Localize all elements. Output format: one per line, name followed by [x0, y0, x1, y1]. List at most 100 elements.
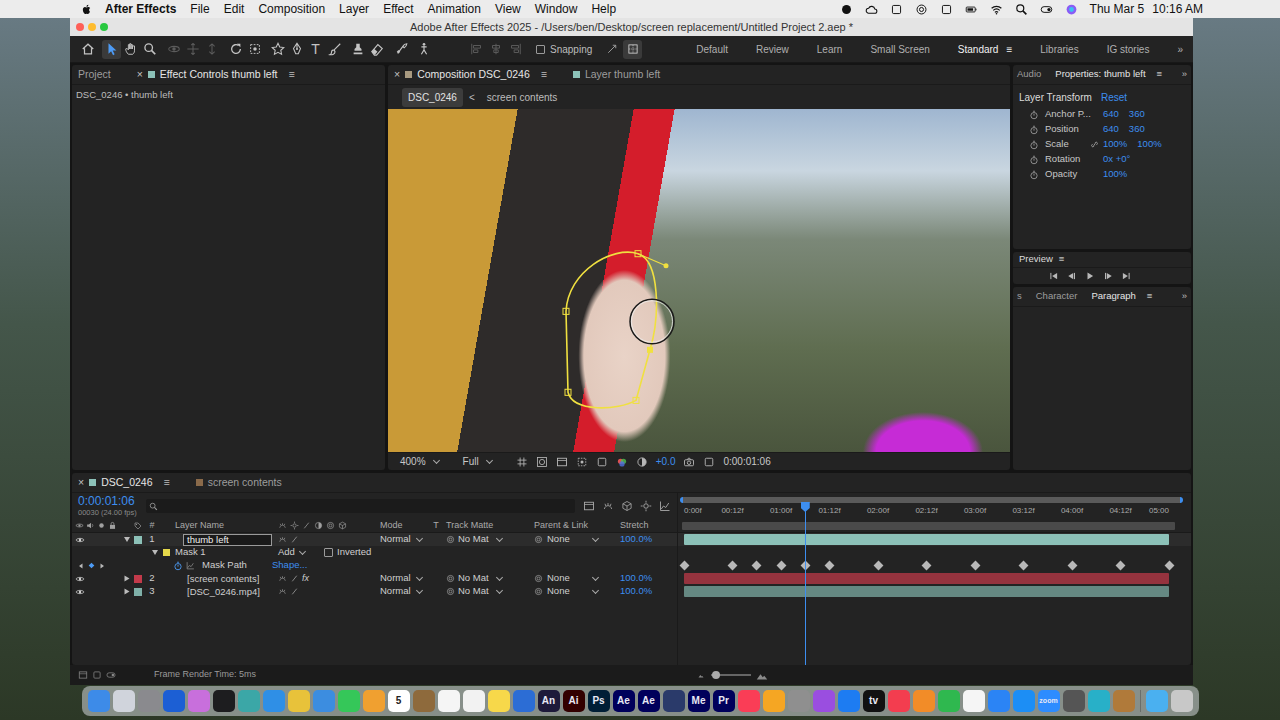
close-tab-button[interactable]: ×: [78, 475, 84, 491]
current-timecode[interactable]: 0:00:01:06: [78, 495, 142, 508]
eraser-tool-button[interactable]: [367, 40, 386, 59]
layer-name-cell[interactable]: [screen contents]: [160, 573, 274, 585]
resolution-dropdown[interactable]: Full: [463, 454, 492, 469]
panel-tab[interactable]: Properties: thumb left≡: [1055, 67, 1162, 81]
close-tab-button[interactable]: ×: [394, 67, 400, 83]
blend-mode-dropdown[interactable]: Normal: [374, 584, 430, 598]
roto-tool-button[interactable]: [392, 40, 411, 59]
visibility-toggle[interactable]: [74, 574, 85, 584]
dock-app[interactable]: [1063, 690, 1085, 712]
transport-back-button[interactable]: [1067, 271, 1077, 281]
workspace-menu-button[interactable]: ≡: [1006, 42, 1012, 57]
layer-track[interactable]: [678, 572, 1191, 585]
dock-app[interactable]: [513, 690, 535, 712]
column-header[interactable]: Track Matte: [442, 519, 508, 533]
panel-menu-button[interactable]: ≡: [164, 475, 170, 491]
keyframe[interactable]: [1164, 561, 1174, 571]
menu-item[interactable]: Help: [591, 0, 616, 18]
puppet-tool-button[interactable]: [414, 40, 433, 59]
snapping-label[interactable]: Snapping: [550, 42, 592, 57]
dock-app[interactable]: [1146, 690, 1168, 712]
stretch-value[interactable]: 100.0%: [608, 532, 660, 546]
property-row[interactable]: Mask PathShape...: [72, 559, 677, 572]
minimize-window-button[interactable]: [88, 23, 96, 31]
workspace-label[interactable]: Libraries: [1040, 42, 1078, 57]
snap-option-button[interactable]: [602, 40, 621, 59]
snapping-box[interactable]: [536, 45, 545, 54]
type-tool-button[interactable]: T: [306, 40, 325, 59]
rotate-tool-button[interactable]: [226, 40, 245, 59]
shape-tool-button[interactable]: [268, 40, 287, 59]
timeline-zoom-slider[interactable]: [696, 669, 768, 681]
orbit-tool-button[interactable]: [164, 40, 183, 59]
tab-label[interactable]: Project: [78, 67, 111, 83]
column-header[interactable]: Stretch: [608, 519, 660, 533]
panel-menu-button[interactable]: ≡: [289, 67, 295, 83]
dock-app[interactable]: [738, 690, 760, 712]
property-track[interactable]: [678, 559, 1191, 572]
dock-app[interactable]: [663, 690, 685, 712]
switch-slot[interactable]: [107, 574, 118, 584]
layer-duration-bar[interactable]: [684, 586, 1169, 597]
exposure-value[interactable]: +0.0: [656, 454, 676, 469]
property-value[interactable]: 640: [1103, 107, 1119, 121]
home-tool-button[interactable]: [78, 40, 97, 59]
workspace-label[interactable]: Default: [696, 42, 728, 57]
close-tab-button[interactable]: ×: [137, 67, 143, 83]
app-menu[interactable]: After Effects: [105, 0, 176, 18]
dock-app[interactable]: [188, 690, 210, 712]
dock-app[interactable]: [213, 690, 235, 712]
dock-app[interactable]: [813, 690, 835, 712]
dock-app[interactable]: [463, 690, 485, 712]
label-color[interactable]: [134, 588, 144, 596]
dock-app[interactable]: Ps: [588, 690, 610, 712]
dock-app[interactable]: [913, 690, 935, 712]
dock-app[interactable]: tv: [863, 690, 885, 712]
panel-tab[interactable]: Paragraph≡: [1091, 289, 1152, 303]
dock-app[interactable]: [1113, 690, 1135, 712]
workspace-tab[interactable]: Standard ≡: [958, 42, 1012, 57]
column-header[interactable]: Parent & Link: [508, 519, 608, 533]
switch-slot[interactable]: [96, 535, 107, 545]
panel-tab[interactable]: Project: [78, 67, 111, 83]
panel-menu-button[interactable]: ≡: [541, 67, 547, 83]
stopwatch-toggle[interactable]: [172, 561, 184, 571]
dock-app[interactable]: [988, 690, 1010, 712]
menu-item[interactable]: View: [495, 0, 521, 18]
more-workspaces-button[interactable]: »: [1177, 42, 1183, 57]
align1-tool-button[interactable]: [467, 40, 486, 59]
tab-label[interactable]: screen contents: [208, 475, 282, 491]
dock-app[interactable]: Ai: [563, 690, 585, 712]
layer-row[interactable]: 2[screen contents]fxNormalNo MatNone100.…: [72, 572, 677, 585]
blend-mode-dropdown[interactable]: Normal: [374, 532, 430, 546]
dock-app[interactable]: 5: [388, 690, 410, 712]
tab-label[interactable]: Paragraph: [1091, 289, 1135, 303]
magnification-dropdown[interactable]: 400%: [400, 454, 439, 469]
snapping-checkbox[interactable]: Snapping: [536, 42, 592, 57]
mask-mode-dropdown[interactable]: Add: [270, 545, 320, 559]
workspace-label[interactable]: Standard: [958, 42, 999, 57]
visibility-toggle[interactable]: [74, 587, 85, 597]
workspace-tab[interactable]: Libraries: [1040, 42, 1078, 57]
brush-tool-button[interactable]: [325, 40, 344, 59]
workspace-tab[interactable]: Review: [756, 42, 789, 57]
workspace-tab[interactable]: Default: [696, 42, 728, 57]
keyframe[interactable]: [825, 561, 835, 571]
panel-tab[interactable]: s: [1017, 289, 1022, 303]
dock-app[interactable]: [1088, 690, 1110, 712]
track-matte-dropdown[interactable]: No Mat: [442, 571, 508, 585]
tab-label[interactable]: s: [1017, 289, 1022, 303]
panel-menu-button[interactable]: ≡: [1157, 67, 1163, 81]
dock-app[interactable]: [413, 690, 435, 712]
menu-item[interactable]: File: [190, 0, 209, 18]
dock-app[interactable]: [438, 690, 460, 712]
keyframe[interactable]: [800, 561, 810, 571]
tab-label[interactable]: Audio: [1017, 67, 1041, 81]
property-value[interactable]: 0x +0°: [1103, 152, 1130, 166]
breadcrumb-arrow[interactable]: <: [469, 90, 475, 105]
keyframe[interactable]: [1067, 561, 1077, 571]
playhead-handle[interactable]: [801, 502, 810, 512]
column-header[interactable]: Layer Name: [160, 519, 274, 533]
menu-item[interactable]: Edit: [224, 0, 245, 18]
panel-tab[interactable]: ×DSC_0246≡: [78, 475, 170, 491]
